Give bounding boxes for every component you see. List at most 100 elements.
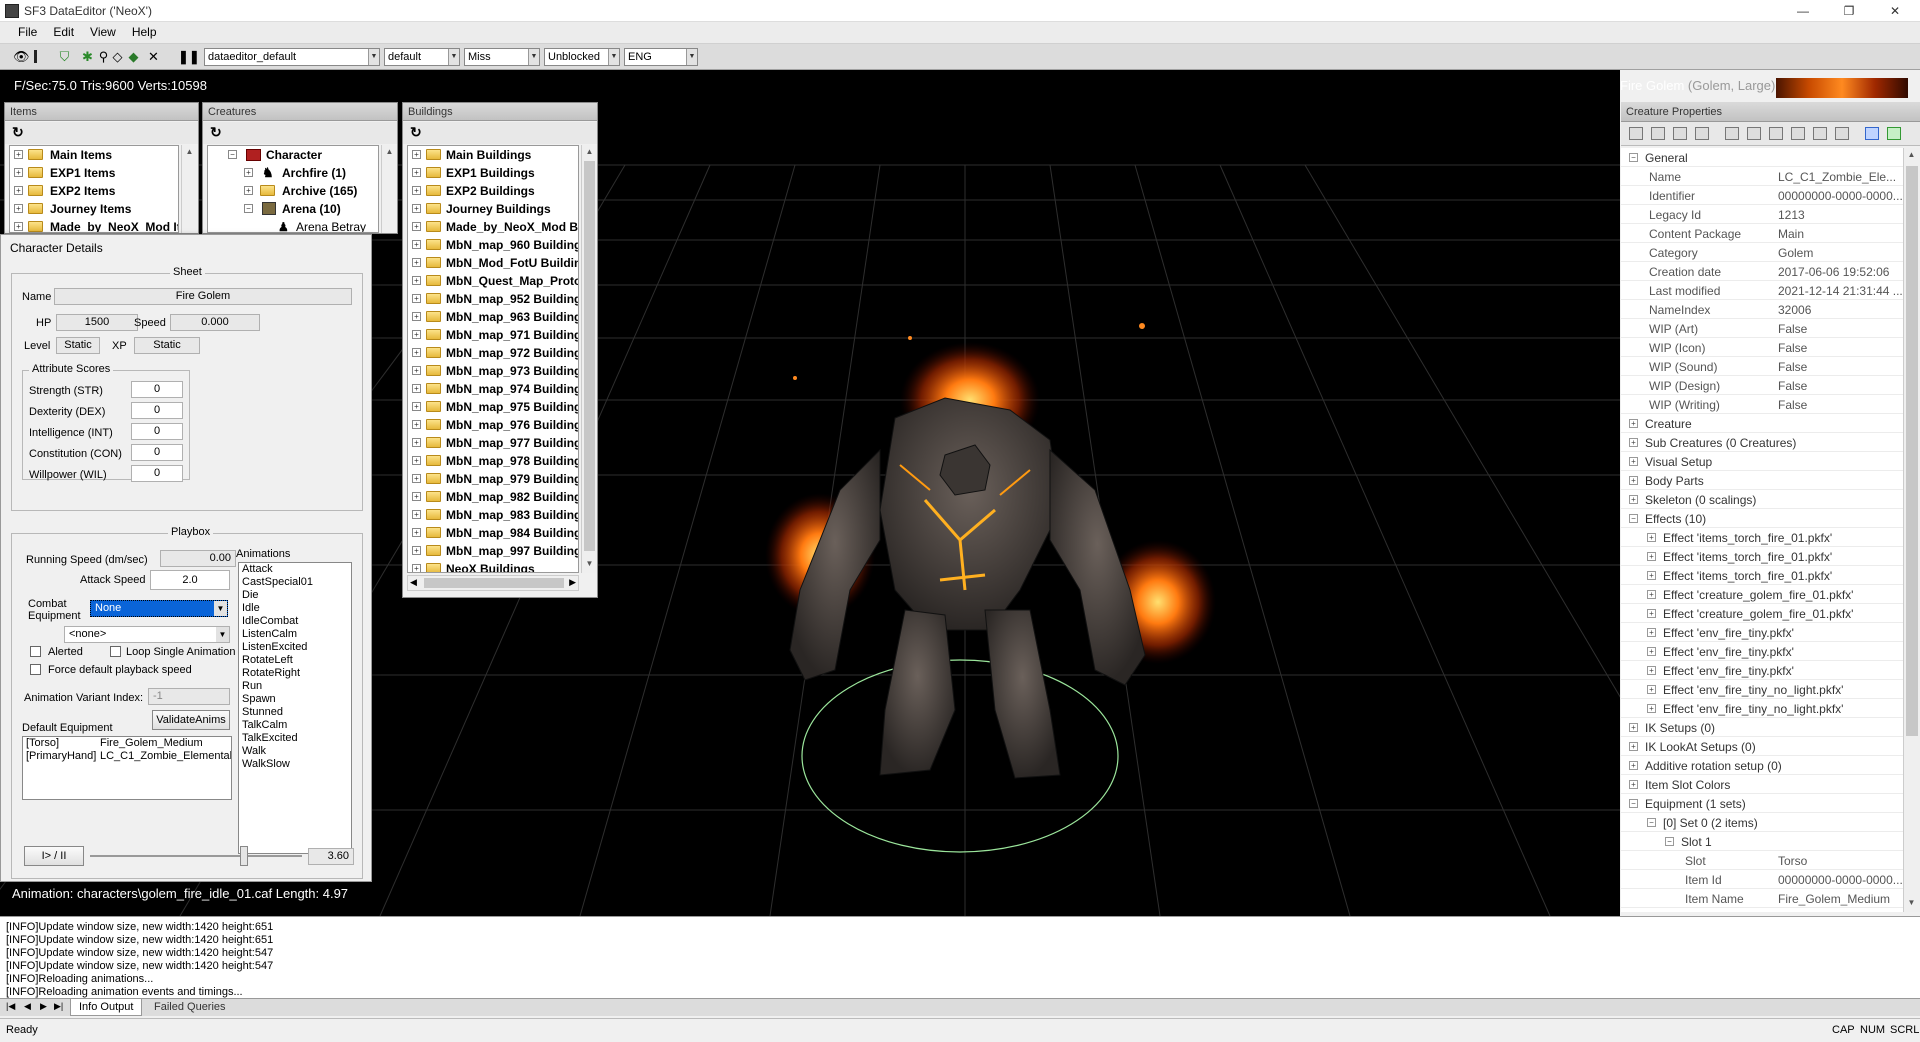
property-group[interactable]: − [0] Set 0 (2 items) (1621, 813, 1903, 832)
expand-icon[interactable]: + (1647, 704, 1656, 713)
property-group[interactable]: + Effect 'env_fire_tiny.pkfx' (1621, 661, 1903, 680)
expand-icon[interactable]: + (1629, 495, 1638, 504)
scroll-thumb[interactable] (424, 578, 564, 588)
scroll-thumb[interactable] (1906, 166, 1918, 736)
property-group[interactable]: + Sub Creatures (0 Creatures) (1621, 433, 1903, 452)
tree-item[interactable]: + MbN_map_960 Buildings (408, 236, 578, 254)
collapse-icon[interactable]: − (1665, 837, 1674, 846)
copy-icon[interactable] (1791, 127, 1805, 140)
animation-item[interactable]: Die (239, 589, 351, 602)
property-row[interactable]: Creation date 2017-06-06 19:52:06 (1621, 262, 1903, 281)
buildings-hscrollbar[interactable]: ◀ ▶ (407, 575, 579, 591)
property-group[interactable]: + Effect 'items_torch_fire_01.pkfx' (1621, 547, 1903, 566)
property-group[interactable]: + Effect 'env_fire_tiny.pkfx' (1621, 623, 1903, 642)
property-value[interactable]: False (1778, 379, 1902, 393)
expand-icon[interactable]: + (412, 438, 421, 447)
tree-item[interactable]: + EXP2 Items (10, 182, 178, 200)
property-group[interactable]: + Effect 'env_fire_tiny.pkfx' (1621, 642, 1903, 661)
property-row[interactable]: Amount 1 (1621, 908, 1903, 912)
property-value[interactable]: 00000000-0000-0000... (1778, 873, 1902, 887)
expand-icon[interactable]: + (1647, 590, 1656, 599)
scroll-left-icon[interactable]: ◀ (410, 577, 417, 588)
next-tab-icon[interactable]: ▶ (40, 1001, 47, 1012)
maximize-button[interactable]: ❐ (1826, 0, 1872, 22)
tree-item[interactable]: + EXP1 Buildings (408, 164, 578, 182)
attribute-value[interactable]: 0 (131, 402, 183, 419)
animation-item[interactable]: Run (239, 680, 351, 693)
expand-icon[interactable]: + (1647, 666, 1656, 675)
tree-item[interactable]: + MbN_map_952 Buildings (408, 290, 578, 308)
expand-icon[interactable]: + (1629, 780, 1638, 789)
refresh-icon[interactable]: ↻ (12, 124, 24, 141)
tree-item[interactable]: + MbN_map_977 Buildings (408, 434, 578, 452)
expand-icon[interactable]: + (14, 222, 23, 231)
animation-item[interactable]: ListenExcited (239, 641, 351, 654)
tab-info-output[interactable]: Info Output (70, 999, 143, 1016)
expand-icon[interactable]: + (412, 492, 421, 501)
property-group[interactable]: + Effect 'items_torch_fire_01.pkfx' (1621, 528, 1903, 547)
scroll-up-icon[interactable]: ▲ (182, 145, 197, 159)
property-row[interactable]: WIP (Design) False (1621, 376, 1903, 395)
pause-icon[interactable]: ❚❚ (178, 49, 200, 64)
property-group[interactable]: − General (1621, 148, 1903, 167)
scroll-right-icon[interactable]: ▶ (569, 577, 576, 588)
close-button[interactable]: ✕ (1872, 0, 1918, 22)
tree-item[interactable]: + MbN_map_983 Buildings (408, 506, 578, 524)
expand-icon[interactable]: + (412, 546, 421, 555)
animation-item[interactable]: RotateLeft (239, 654, 351, 667)
animation-item[interactable]: CastSpecial01 (239, 576, 351, 589)
attribute-value[interactable]: 0 (131, 381, 183, 398)
alerted-checkbox[interactable] (30, 646, 41, 657)
tree-item[interactable]: + MbN_map_972 Buildings (408, 344, 578, 362)
expand-icon[interactable]: + (14, 204, 23, 213)
menu-help[interactable]: Help (124, 22, 165, 42)
refresh-icon[interactable]: ↻ (210, 124, 222, 141)
undo-icon[interactable] (1673, 127, 1687, 140)
tree-item[interactable]: + Journey Buildings (408, 200, 578, 218)
animation-item[interactable]: Walk (239, 745, 351, 758)
tree-item[interactable]: − Arena (10) (208, 200, 378, 218)
scroll-thumb[interactable] (584, 161, 595, 551)
default-select[interactable]: default ▼ (384, 48, 460, 66)
collapse-icon[interactable]: − (1629, 153, 1638, 162)
expand-icon[interactable]: + (1629, 438, 1638, 447)
property-row[interactable]: Category Golem (1621, 243, 1903, 262)
expand-icon[interactable]: + (412, 294, 421, 303)
collapse-icon[interactable]: − (244, 204, 253, 213)
log-output[interactable]: [INFO]Update window size, new width:1420… (0, 916, 1920, 998)
property-group[interactable]: + IK LookAt Setups (0) (1621, 737, 1903, 756)
animation-item[interactable]: Attack (239, 563, 351, 576)
list-item[interactable]: [PrimaryHand] LC_C1_Zombie_ElementalM (23, 750, 231, 763)
scroll-down-icon[interactable]: ▼ (582, 557, 597, 571)
expand-icon[interactable]: + (244, 168, 253, 177)
expand-icon[interactable]: + (1629, 457, 1638, 466)
expand-icon[interactable]: + (412, 150, 421, 159)
expand-icon[interactable]: + (1647, 647, 1656, 656)
buildings-scrollbar[interactable]: ▲ ▼ (581, 145, 597, 573)
expand-icon[interactable]: + (1647, 685, 1656, 694)
tree-item[interactable]: − Character (208, 146, 378, 164)
tree-item[interactable]: + Archive (165) (208, 182, 378, 200)
expand-icon[interactable]: + (412, 564, 421, 572)
property-group[interactable]: + Skeleton (0 scalings) (1621, 490, 1903, 509)
property-row[interactable]: Last modified 2021-12-14 21:31:44 ... (1621, 281, 1903, 300)
menu-edit[interactable]: Edit (45, 22, 82, 42)
property-row[interactable]: WIP (Art) False (1621, 319, 1903, 338)
expand-icon[interactable]: + (412, 528, 421, 537)
language-select[interactable]: ENG ▼ (624, 48, 698, 66)
collapse-icon[interactable]: − (1629, 514, 1638, 523)
unblocked-select[interactable]: Unblocked ▼ (544, 48, 620, 66)
timeline-slider[interactable] (90, 855, 302, 857)
expand-icon[interactable]: + (1647, 628, 1656, 637)
list-item[interactable]: [Torso] Fire_Golem_Medium (23, 737, 231, 750)
attribute-value[interactable]: 0 (131, 465, 183, 482)
property-value[interactable]: 00000000-0000-0000... (1778, 189, 1902, 203)
property-group[interactable]: + Additive rotation setup (0) (1621, 756, 1903, 775)
refresh-icon[interactable]: ↻ (410, 124, 422, 141)
figure-icon[interactable]: ✱ (80, 49, 95, 64)
add-icon[interactable] (1725, 127, 1739, 140)
checklist-icon[interactable] (1629, 127, 1643, 140)
tree-item[interactable]: + Main Buildings (408, 146, 578, 164)
property-row[interactable]: Content Package Main (1621, 224, 1903, 243)
property-row[interactable]: Name LC_C1_Zombie_Ele... (1621, 167, 1903, 186)
